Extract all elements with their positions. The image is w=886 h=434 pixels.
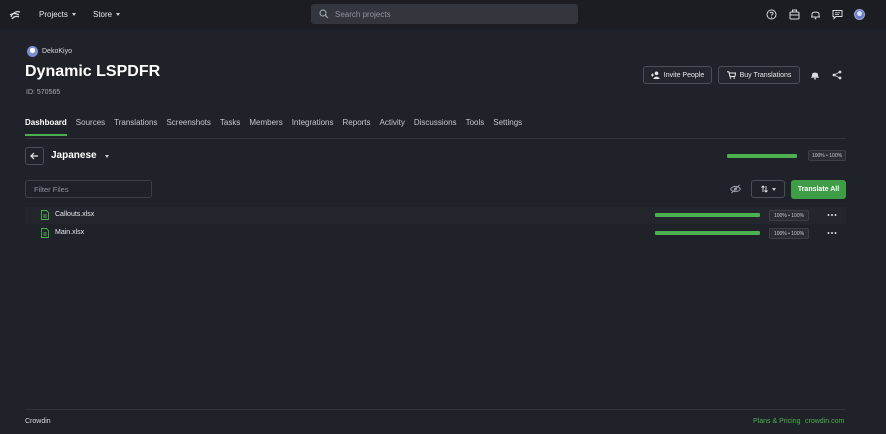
store-menu[interactable]: Store	[93, 10, 121, 19]
sort-icon	[760, 185, 768, 193]
project-owner[interactable]: DekoKiyo	[27, 46, 72, 57]
file-progress-badge: 100% • 100%	[769, 228, 809, 239]
buy-translations-label: Buy Translations	[739, 71, 792, 79]
file-row[interactable]: Main.xlsx 100% • 100%	[25, 225, 846, 242]
crowdin-site-link[interactable]: crowdin.com	[805, 418, 844, 425]
project-title: Dynamic LSPDFR	[25, 63, 161, 80]
messages-icon[interactable]	[832, 9, 843, 20]
file-name[interactable]: Callouts.xlsx	[55, 211, 94, 218]
language-chevron-down-icon[interactable]	[105, 155, 109, 158]
help-icon[interactable]	[766, 9, 777, 20]
owner-avatar	[27, 46, 38, 57]
footer-brand: Crowdin	[25, 418, 51, 425]
tab-tools[interactable]: Tools	[466, 118, 485, 136]
tab-discussions[interactable]: Discussions	[414, 118, 457, 136]
file-row[interactable]: Callouts.xlsx 100% • 100%	[25, 207, 846, 224]
footer-divider	[25, 409, 846, 410]
hide-eye-icon[interactable]	[730, 184, 741, 194]
tab-tasks[interactable]: Tasks	[220, 118, 240, 136]
language-progress-badge: 100% • 100%	[808, 150, 846, 161]
owner-name: DekoKiyo	[42, 48, 72, 55]
back-button[interactable]	[25, 147, 44, 165]
language-progress-fill	[727, 154, 797, 158]
tab-integrations[interactable]: Integrations	[292, 118, 334, 136]
share-icon[interactable]	[832, 70, 842, 80]
projects-menu-label: Projects	[39, 10, 68, 19]
file-progress-fill	[655, 231, 760, 235]
file-progress-fill	[655, 213, 760, 217]
file-name[interactable]: Main.xlsx	[55, 229, 84, 236]
crowdin-logo-icon[interactable]	[9, 9, 21, 21]
tab-translations[interactable]: Translations	[114, 118, 157, 136]
projects-menu[interactable]: Projects	[39, 10, 76, 19]
store-menu-label: Store	[93, 10, 113, 19]
project-id: ID: 570565	[26, 89, 61, 96]
file-progress-bar	[655, 213, 760, 217]
cart-icon	[726, 71, 736, 79]
arrow-left-icon	[30, 152, 38, 160]
tab-members[interactable]: Members	[249, 118, 282, 136]
chevron-down-icon	[116, 13, 121, 16]
watch-bell-icon[interactable]	[810, 70, 820, 80]
translate-all-button[interactable]: Translate All	[791, 180, 846, 199]
project-tabs: Dashboard Sources Translations Screensho…	[25, 118, 531, 136]
chevron-down-icon	[771, 187, 776, 191]
buy-translations-button[interactable]: Buy Translations	[718, 66, 800, 84]
file-progress-badge: 100% • 100%	[769, 210, 809, 221]
spreadsheet-file-icon	[41, 228, 49, 238]
briefcase-icon[interactable]	[789, 9, 800, 20]
file-progress-bar	[655, 231, 760, 235]
tab-dashboard[interactable]: Dashboard	[25, 118, 67, 136]
sort-button[interactable]	[751, 180, 785, 198]
language-progress-bar	[727, 154, 797, 158]
more-options-icon[interactable]	[827, 213, 837, 217]
top-navigation-bar: Projects Store	[0, 0, 886, 29]
tab-reports[interactable]: Reports	[343, 118, 371, 136]
tab-sources[interactable]: Sources	[76, 118, 105, 136]
filter-files-field[interactable]	[25, 180, 152, 198]
filter-files-input[interactable]	[34, 184, 144, 194]
tab-screenshots[interactable]: Screenshots	[166, 118, 210, 136]
plans-pricing-link[interactable]: Plans & Pricing	[753, 418, 800, 425]
user-avatar[interactable]	[854, 9, 865, 20]
tab-settings[interactable]: Settings	[493, 118, 522, 136]
chevron-down-icon	[71, 13, 76, 16]
invite-people-label: Invite People	[663, 71, 705, 79]
search-input[interactable]	[335, 9, 555, 19]
add-user-icon	[650, 71, 660, 79]
search-bar[interactable]	[311, 4, 578, 24]
search-icon	[319, 9, 329, 19]
tabs-divider	[25, 138, 846, 139]
language-name[interactable]: Japanese	[51, 150, 97, 161]
tab-activity[interactable]: Activity	[380, 118, 405, 136]
more-options-icon[interactable]	[827, 231, 837, 235]
bell-icon[interactable]	[810, 9, 821, 20]
invite-people-button[interactable]: Invite People	[643, 66, 712, 84]
spreadsheet-file-icon	[41, 210, 49, 220]
